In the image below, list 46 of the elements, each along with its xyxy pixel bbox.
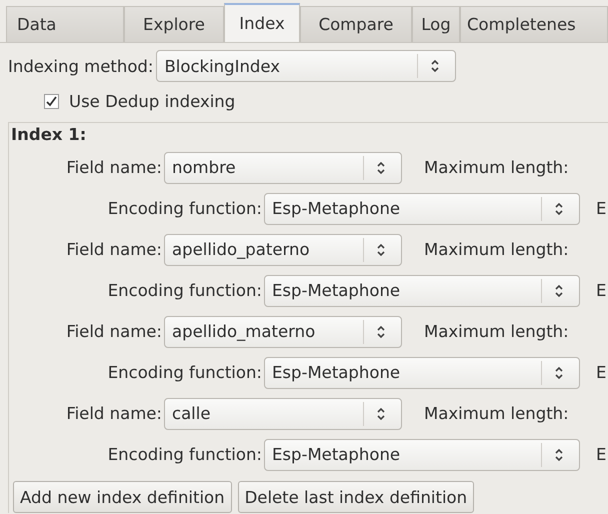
action-button[interactable]: Delete last index definition bbox=[238, 481, 474, 513]
index-title: Index 1: bbox=[10, 125, 88, 146]
spinner-arrows-icon bbox=[376, 160, 386, 174]
field-label: E bbox=[596, 445, 606, 464]
spinner-arrows-icon bbox=[554, 202, 564, 216]
field-name-dropdown[interactable]: apellido_materno bbox=[164, 316, 402, 348]
field-label: Field name: bbox=[65, 158, 163, 177]
field-label: Maximum length: bbox=[424, 240, 569, 259]
spinner-arrows-icon bbox=[554, 284, 564, 298]
spinner-arrows-icon bbox=[376, 242, 386, 256]
indexing-method-dropdown[interactable]: BlockingIndex bbox=[156, 50, 456, 82]
field-name-dropdown[interactable]: apellido_paterno bbox=[164, 234, 402, 266]
field-label: Encoding function: bbox=[106, 363, 263, 382]
spinner-arrows-icon bbox=[376, 324, 386, 338]
tab[interactable]: Data bbox=[6, 6, 124, 42]
field-label: Maximum length: bbox=[424, 404, 569, 423]
spinner-arrows-icon bbox=[376, 406, 386, 420]
tab[interactable]: Completenes bbox=[460, 6, 608, 42]
field-label: Field name: bbox=[65, 404, 163, 423]
encoding-function-dropdown[interactable]: Esp-Metaphone bbox=[264, 274, 580, 306]
action-button[interactable]: Add new index definition bbox=[13, 481, 232, 513]
field-label: E bbox=[596, 363, 606, 382]
spinner-arrows-icon bbox=[430, 59, 440, 73]
field-label: Field name: bbox=[65, 322, 163, 341]
spinner-arrows-icon bbox=[554, 366, 564, 380]
field-label: Encoding function: bbox=[106, 281, 263, 300]
field-label: Field name: bbox=[65, 240, 163, 259]
tab[interactable]: Compare bbox=[300, 6, 412, 42]
field-name-dropdown[interactable]: nombre bbox=[164, 152, 402, 184]
checkbox-label: Use Dedup indexing bbox=[69, 92, 236, 110]
field-label: Encoding function: bbox=[106, 199, 263, 218]
field-name-dropdown[interactable]: calle bbox=[164, 398, 402, 430]
tab[interactable]: Explore bbox=[124, 6, 224, 42]
field-label: E bbox=[596, 281, 606, 300]
spinner-arrows-icon bbox=[554, 448, 564, 462]
encoding-function-dropdown[interactable]: Esp-Metaphone bbox=[264, 192, 580, 224]
encoding-function-dropdown[interactable]: Esp-Metaphone bbox=[264, 438, 580, 470]
checkbox[interactable] bbox=[44, 94, 59, 108]
field-label: Maximum length: bbox=[424, 322, 569, 341]
field-label: E bbox=[596, 199, 606, 218]
tab[interactable]: Index bbox=[224, 3, 300, 42]
field-label: Indexing method: bbox=[8, 56, 154, 76]
field-label: Encoding function: bbox=[106, 445, 263, 464]
field-label: Maximum length: bbox=[424, 158, 569, 177]
tab[interactable]: Log bbox=[412, 6, 460, 42]
encoding-function-dropdown[interactable]: Esp-Metaphone bbox=[264, 356, 580, 388]
